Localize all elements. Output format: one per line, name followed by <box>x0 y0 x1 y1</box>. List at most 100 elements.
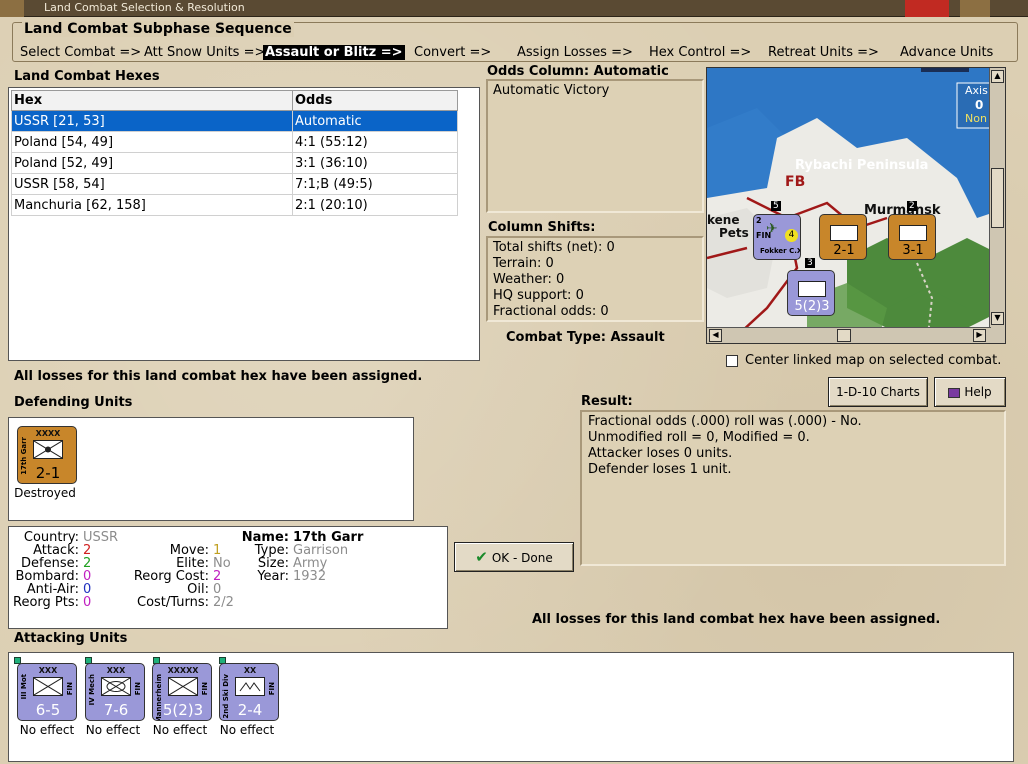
seq-step-att-snow: Att Snow Units => <box>144 45 266 60</box>
map-air-unit[interactable]: 2 FIN Fokker C.X 4 ✈ <box>753 214 801 260</box>
attacking-unit-status: No effect <box>219 723 275 737</box>
center-map-checkbox[interactable] <box>726 355 738 367</box>
table-row[interactable]: Poland [54, 49] 4:1 (55:12) <box>11 131 458 153</box>
cost-turns-label: Cost/Turns: <box>137 595 209 610</box>
attacking-unit-counter[interactable]: XXXXX Mannerheim FIN 5(2)3 <box>152 663 212 721</box>
scroll-down-icon[interactable]: ▼ <box>991 312 1004 325</box>
window-menu-button[interactable] <box>0 0 24 17</box>
unit-symbol-icon <box>798 281 826 297</box>
defending-units-title: Defending Units <box>14 395 133 410</box>
scroll-left-icon[interactable]: ◀ <box>709 329 722 342</box>
attacking-unit-counter[interactable]: XX 2nd Ski Div FIN 2-4 <box>219 663 279 721</box>
help-button[interactable]: Help <box>934 377 1006 407</box>
reorg-pts-value: 0 <box>83 595 92 610</box>
column-header-hex[interactable]: Hex <box>11 90 293 111</box>
title-bar: Land Combat Selection & Resolution <box>0 0 1028 17</box>
help-label: Help <box>964 385 992 399</box>
map-label-fb: FB <box>785 174 806 190</box>
hex-cell: Poland [54, 49] <box>11 131 293 153</box>
unit-value: 6-5 <box>35 701 61 719</box>
window-control-button[interactable] <box>960 0 990 17</box>
attacking-units-title: Attacking Units <box>14 631 128 646</box>
infantry-symbol-icon <box>168 677 198 696</box>
seq-step-hex-control: Hex Control => <box>649 45 752 60</box>
hex-cell: Manchuria [62, 158] <box>11 194 293 216</box>
stack-count-2: 2 <box>907 201 917 211</box>
hex-table: Hex Odds USSR [21, 53] Automatic Poland … <box>11 90 458 216</box>
shift-terrain: Terrain: 0 <box>493 256 554 271</box>
odds-cell: 2:1 (20:10) <box>292 194 458 216</box>
result-line: Fractional odds (.000) roll was (.000) -… <box>588 414 862 429</box>
land-combat-hexes-title: Land Combat Hexes <box>14 69 160 84</box>
map-vertical-scrollbar[interactable]: ▲ ▼ <box>989 68 1005 343</box>
map-fin-unit[interactable]: 5(2)3 <box>787 270 835 316</box>
ski-symbol-icon <box>235 677 265 696</box>
ok-done-label: OK - Done <box>491 551 553 565</box>
attacking-unit-counter[interactable]: XXX IV Mech FIN 7-6 <box>85 663 145 721</box>
table-row[interactable]: Poland [52, 49] 3:1 (36:10) <box>11 152 458 174</box>
table-row[interactable]: USSR [21, 53] Automatic <box>11 110 458 132</box>
map-canvas <box>707 68 1005 343</box>
air-size: 2 <box>756 216 762 225</box>
attacking-unit-status: No effect <box>19 723 75 737</box>
seq-step-assault-blitz: Assault or Blitz => <box>263 45 405 60</box>
map-ussr-unit-1[interactable]: 2-1 <box>819 214 867 260</box>
non-label: Non <box>965 112 987 125</box>
scroll-right-icon[interactable]: ▶ <box>973 329 986 342</box>
column-shifts-box: Total shifts (net): 0 Terrain: 0 Weather… <box>486 236 704 322</box>
unit-value: 2-1 <box>35 464 61 482</box>
defending-unit-counter[interactable]: XXXX 17th Garr 2-1 <box>17 426 77 484</box>
center-map-label: Center linked map on selected combat. <box>745 353 1002 368</box>
hex-cell: USSR [21, 53] <box>11 110 293 132</box>
odds-cell: 7:1;B (49:5) <box>292 173 458 195</box>
motorized-symbol-icon <box>33 677 63 696</box>
attacking-unit-counter[interactable]: XXX III Mot FIN 6-5 <box>17 663 77 721</box>
unit-info-panel: Country: USSR Attack: 2 Defense: 2 Bomba… <box>8 526 448 629</box>
vertical-scroll-thumb[interactable] <box>991 168 1004 228</box>
table-row[interactable]: Manchuria [62, 158] 2:1 (20:10) <box>11 194 458 216</box>
odds-value: Automatic Victory <box>493 83 610 98</box>
subphase-sequence-title: Land Combat Subphase Sequence <box>22 21 294 37</box>
hex-cell: USSR [58, 54] <box>11 173 293 195</box>
close-button[interactable] <box>905 0 949 17</box>
year-label: Year: <box>257 569 289 584</box>
defending-unit-status: Destroyed <box>14 486 76 500</box>
column-header-odds[interactable]: Odds <box>292 90 458 111</box>
scroll-up-icon[interactable]: ▲ <box>991 70 1004 83</box>
unit-value: 5(2)3 <box>162 701 204 719</box>
cost-turns-value: 2/2 <box>213 595 234 610</box>
unit-value: 2-4 <box>237 701 263 719</box>
charts-button[interactable]: 1-D-10 Charts <box>828 377 928 407</box>
odds-column-title: Odds Column: Automatic <box>487 64 669 79</box>
hex-cell: Poland [52, 49] <box>11 152 293 174</box>
combat-type-label: Combat Type: Assault <box>506 330 665 345</box>
linked-map[interactable]: Rybachi Peninsula FB Murmansk kene Pets … <box>706 67 1006 344</box>
unit-nation: FIN <box>268 682 276 696</box>
table-row[interactable]: USSR [58, 54] 7:1;B (49:5) <box>11 173 458 195</box>
stack-count-3: 3 <box>805 258 815 268</box>
dialog-body: Land Combat Subphase Sequence Select Com… <box>0 17 1028 764</box>
unit-nation: FIN <box>66 682 74 696</box>
seq-step-convert: Convert => <box>414 45 492 60</box>
map-label-kene: kene <box>707 213 740 227</box>
unit-symbol-icon <box>899 225 927 241</box>
land-combat-hexes-list[interactable]: Hex Odds USSR [21, 53] Automatic Poland … <box>8 87 480 361</box>
mechanized-symbol-icon <box>101 677 131 696</box>
horizontal-scroll-thumb[interactable] <box>837 329 851 342</box>
map-label-pets: Pets <box>719 226 749 240</box>
map-horizontal-scrollbar[interactable]: ◀ ▶ <box>707 327 991 343</box>
map-label-rybachi: Rybachi Peninsula <box>795 158 929 173</box>
attacking-unit-status: No effect <box>85 723 141 737</box>
axis-label: Axis <box>965 84 988 97</box>
air-name: Fokker C.X <box>760 247 801 255</box>
map-unit-value: 5(2)3 <box>794 299 830 314</box>
losses-note-top: All losses for this land combat hex have… <box>14 369 423 384</box>
unit-nation: FIN <box>201 682 209 696</box>
ok-done-button[interactable]: ✔ OK - Done <box>454 542 574 572</box>
defending-units-panel: XXXX 17th Garr 2-1 Destroyed <box>8 417 414 521</box>
unit-name: III Mot <box>20 674 28 700</box>
seq-step-select-combat: Select Combat => <box>20 45 142 60</box>
shift-total: Total shifts (net): 0 <box>493 240 615 255</box>
map-ussr-unit-2[interactable]: 3-1 <box>888 214 936 260</box>
unit-nation: FIN <box>134 682 142 696</box>
